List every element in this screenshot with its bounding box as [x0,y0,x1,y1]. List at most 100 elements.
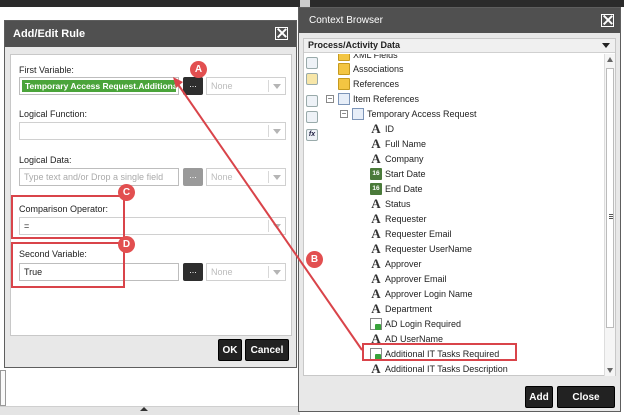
bottom-background-strip [0,406,300,415]
collapse-toggle-icon[interactable]: − [326,95,334,103]
first-variable-browse-button[interactable]: ... [183,77,203,95]
rule-dialog-title: Add/Edit Rule [13,28,86,40]
tree-row-label: Approver Email [385,274,447,284]
tree-row-label: XML Fields [353,54,398,60]
date-field-icon: 16 [370,183,382,195]
tree-view-icon[interactable] [306,57,318,69]
collapse-toggle-icon[interactable]: − [340,110,348,118]
text-field-icon: A [371,196,381,211]
dropdown-separator [268,220,269,232]
rule-dialog-titlebar[interactable]: Add/Edit Rule [5,21,296,47]
tree-row-label: Department [385,304,433,314]
first-variable-field[interactable]: Temporary Access Request.Additional IT T… [19,77,179,95]
text-field-icon: A [371,211,381,226]
tree-row-label: Approver [385,259,422,269]
context-tree: XML Fields Associations References − Item… [322,54,602,376]
tree-row-label: Requester UserName [385,244,473,254]
folder-view-icon[interactable] [306,73,318,85]
logical-data-browse-button[interactable]: ... [183,168,203,186]
text-field-icon: A [371,286,381,301]
folder-icon [338,78,350,90]
text-field-icon: A [371,301,381,316]
text-field-icon: A [371,151,381,166]
rule-dialog-footer: OK Cancel [5,335,296,367]
tree-row-label: Company [385,154,424,164]
tree-row-label: Temporary Access Request [367,109,477,119]
section-selector[interactable]: Process/Activity Data [304,39,615,53]
badge-c: C [118,184,135,201]
logical-function-label: Logical Function: [19,109,88,119]
collapse-arrow-icon[interactable] [140,407,148,411]
tree-row-label: Requester Email [385,229,452,239]
tree-row-label: Requester [385,214,427,224]
tree-row-label: Additional IT Tasks Description [385,364,508,374]
close-button[interactable]: Close [557,386,615,408]
scroll-up-icon[interactable] [607,57,613,62]
grid-icon[interactable] [306,111,318,123]
date-field-icon: 16 [370,168,382,180]
cancel-button[interactable]: Cancel [245,339,289,361]
second-variable-dropdown-value: None [211,267,233,277]
dropdown-separator [268,266,269,278]
text-field-icon: A [371,271,381,286]
reference-icon [352,108,364,120]
badge-b: B [306,251,323,268]
tree-row-label: ID [385,124,394,134]
text-field-icon: A [371,121,381,136]
folder-icon [338,63,350,75]
context-browser-titlebar[interactable]: Context Browser [299,8,620,33]
top-background-band [0,0,624,7]
text-field-icon: A [371,226,381,241]
logical-data-input[interactable]: Type text and/or Drop a single field [19,168,179,186]
tree-row-label: Full Name [385,139,427,149]
first-variable-dropdown[interactable]: None [206,77,286,95]
chevron-down-icon [273,270,281,275]
chevron-down-icon [602,43,610,48]
logical-function-dropdown[interactable] [19,122,286,140]
tree-row-temporary-access-request[interactable]: − Temporary Access Request [340,107,560,121]
scroll-down-icon[interactable] [607,368,613,373]
reference-icon [338,93,350,105]
callout-second-variable [11,242,125,288]
add-edit-rule-dialog: Add/Edit Rule First Variable: Temporary … [4,20,297,368]
text-field-icon: A [371,241,381,256]
dropdown-separator [268,125,269,137]
rule-dialog-close-icon[interactable] [275,27,288,40]
callout-additional-it-tasks [362,343,517,361]
checkbox-field-icon [370,318,382,330]
first-variable-dropdown-value: None [211,81,233,91]
second-variable-browse-button[interactable]: ... [183,263,203,281]
tree-row-label: Approver Login Name [385,289,473,299]
context-browser-close-icon[interactable] [601,14,614,27]
tree-row-label: AD Login Required [385,319,462,329]
top-band-segment [300,0,310,7]
first-variable-token[interactable]: Temporary Access Request.Additional IT T… [22,80,176,92]
copy-icon[interactable] [306,95,318,107]
callout-comparison-operator [11,195,125,239]
tree-row-label: Item References [353,94,420,104]
ok-button[interactable]: OK [218,339,242,361]
tree-row-label: Associations [353,64,404,74]
dropdown-separator [268,80,269,92]
logical-data-dropdown[interactable]: None [206,168,286,186]
dropdown-separator [268,171,269,183]
add-button[interactable]: Add [525,386,553,408]
tree-row-label: Start Date [385,169,426,179]
text-field-icon: A [371,361,381,376]
tree-row-label: End Date [385,184,423,194]
function-icon[interactable]: fx [306,129,318,141]
logical-data-label: Logical Data: [19,155,72,165]
text-field-icon: A [371,256,381,271]
logical-data-dropdown-value: None [211,172,233,182]
context-browser-title: Context Browser [309,15,383,26]
badge-d: D [118,236,135,253]
tree-scrollbar[interactable] [604,54,615,376]
first-variable-label: First Variable: [19,65,74,75]
context-browser-panel: Process/Activity Data fx XML Fields Asso… [303,38,616,376]
second-variable-dropdown[interactable]: None [206,263,286,281]
badge-a: A [190,61,207,78]
scroll-thumb[interactable] [606,68,614,328]
tree-row-label: References [353,79,400,89]
chevron-down-icon [273,175,281,180]
tree-row-item-references[interactable]: − Item References [326,92,526,106]
